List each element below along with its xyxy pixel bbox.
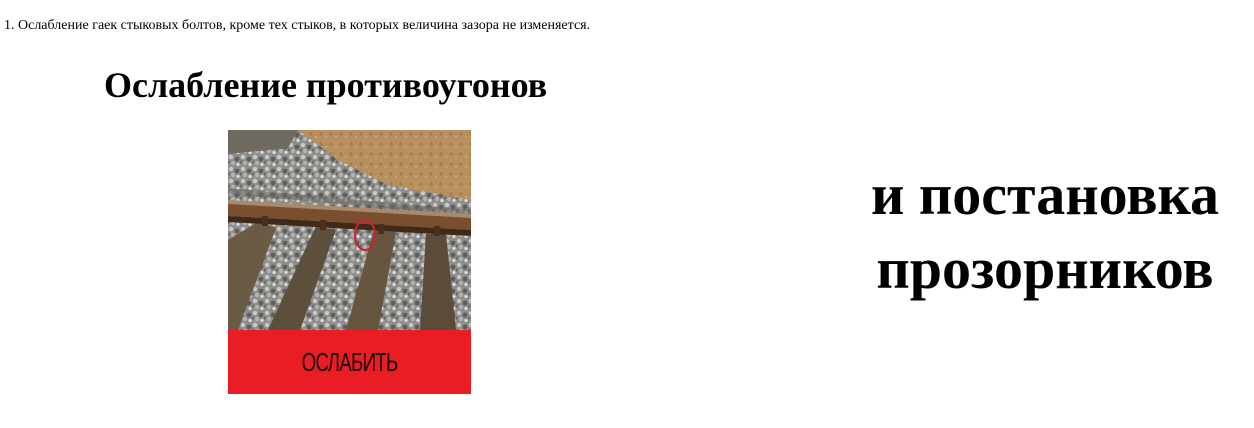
photo-card[interactable]: ОСЛАБИТЬ	[228, 130, 471, 394]
right-heading: и постановка прозорников	[840, 158, 1250, 306]
loosen-button-label: ОСЛАБИТЬ	[301, 346, 399, 377]
right-heading-line-1: и постановка	[870, 162, 1220, 227]
intro-paragraph: 1. Ослабление гаек стыковых болтов, кром…	[4, 18, 591, 33]
railway-track-photo	[228, 130, 471, 330]
section-heading: Ослабление противоугонов	[104, 65, 548, 105]
loosen-button[interactable]: ОСЛАБИТЬ	[228, 330, 471, 394]
right-heading-line-2: прозорников	[876, 236, 1214, 301]
